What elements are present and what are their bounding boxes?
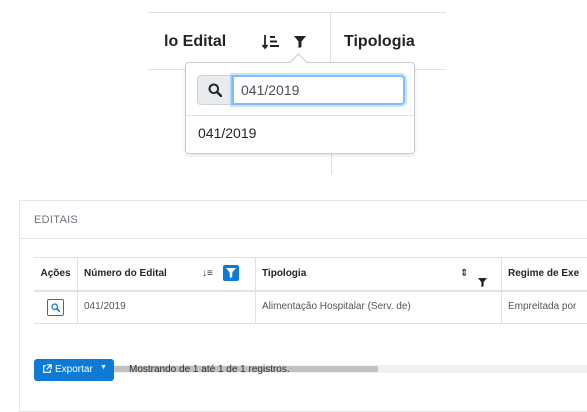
filter-button-active[interactable] xyxy=(223,265,239,281)
cell-numero: 041/2019 xyxy=(78,291,256,323)
table-header: Ações Número do Edital ↓≡ Tipologia ⇕ Re… xyxy=(34,257,587,292)
search-icon xyxy=(51,303,60,312)
search-icon xyxy=(208,83,222,97)
cell-regime: Empreitada por xyxy=(508,301,577,312)
card-header: EDITAIS xyxy=(20,201,587,239)
col-numero-edital[interactable]: Número do Edital ↓≡ xyxy=(78,258,256,290)
filter-popup: 041/2019 xyxy=(185,53,415,154)
export-button[interactable]: Exportar ▼ xyxy=(34,359,114,381)
filter-icon[interactable] xyxy=(294,35,306,53)
editais-card: EDITAIS Ações Número do Edital ↓≡ Tipolo… xyxy=(19,200,587,412)
col-numero-edital-label: Número do Edital xyxy=(84,268,167,279)
search-button[interactable] xyxy=(197,75,232,105)
filter-search-group xyxy=(197,75,405,105)
filter-icon xyxy=(226,268,236,278)
col-regime[interactable]: Regime de Exe xyxy=(502,258,587,290)
table-row: 041/2019 Alimentação Hospitalar (Serv. d… xyxy=(34,291,587,324)
sort-amount-down-icon[interactable]: ↓≡ xyxy=(202,258,213,290)
zoomed-col-numero-label: lo Edital xyxy=(164,33,227,50)
col-tipologia[interactable]: Tipologia ⇕ xyxy=(256,258,502,290)
sort-amount-down-icon[interactable] xyxy=(261,34,280,54)
view-button[interactable] xyxy=(47,299,64,316)
records-info: Mostrando de 1 até 1 de 1 registros. xyxy=(129,364,290,375)
horizontal-scrollbar[interactable]: ◂ xyxy=(34,365,587,373)
col-acoes: Ações xyxy=(34,258,78,290)
zoomed-column-divider-lower xyxy=(331,152,332,174)
external-link-icon xyxy=(42,364,52,377)
cell-acoes xyxy=(34,291,78,323)
cell-tipologia: Alimentação Hospitalar (Serv. de) xyxy=(256,291,502,323)
popup-separator xyxy=(186,115,414,116)
caret-down-icon: ▼ xyxy=(100,364,107,371)
zoomed-col-tipologia-label: Tipologia xyxy=(344,33,415,50)
zoomed-filter-view: lo Edital Tipologia 041/2019 041/2019 xyxy=(0,0,587,180)
zoomed-column-divider[interactable] xyxy=(330,13,331,69)
export-label: Exportar xyxy=(55,364,93,375)
filter-search-input[interactable] xyxy=(232,75,405,105)
card-title: EDITAIS xyxy=(34,214,79,226)
sort-icon[interactable]: ⇕ xyxy=(460,258,468,290)
filter-option[interactable]: 041/2019 xyxy=(198,125,256,141)
col-tipologia-label: Tipologia xyxy=(262,268,307,279)
